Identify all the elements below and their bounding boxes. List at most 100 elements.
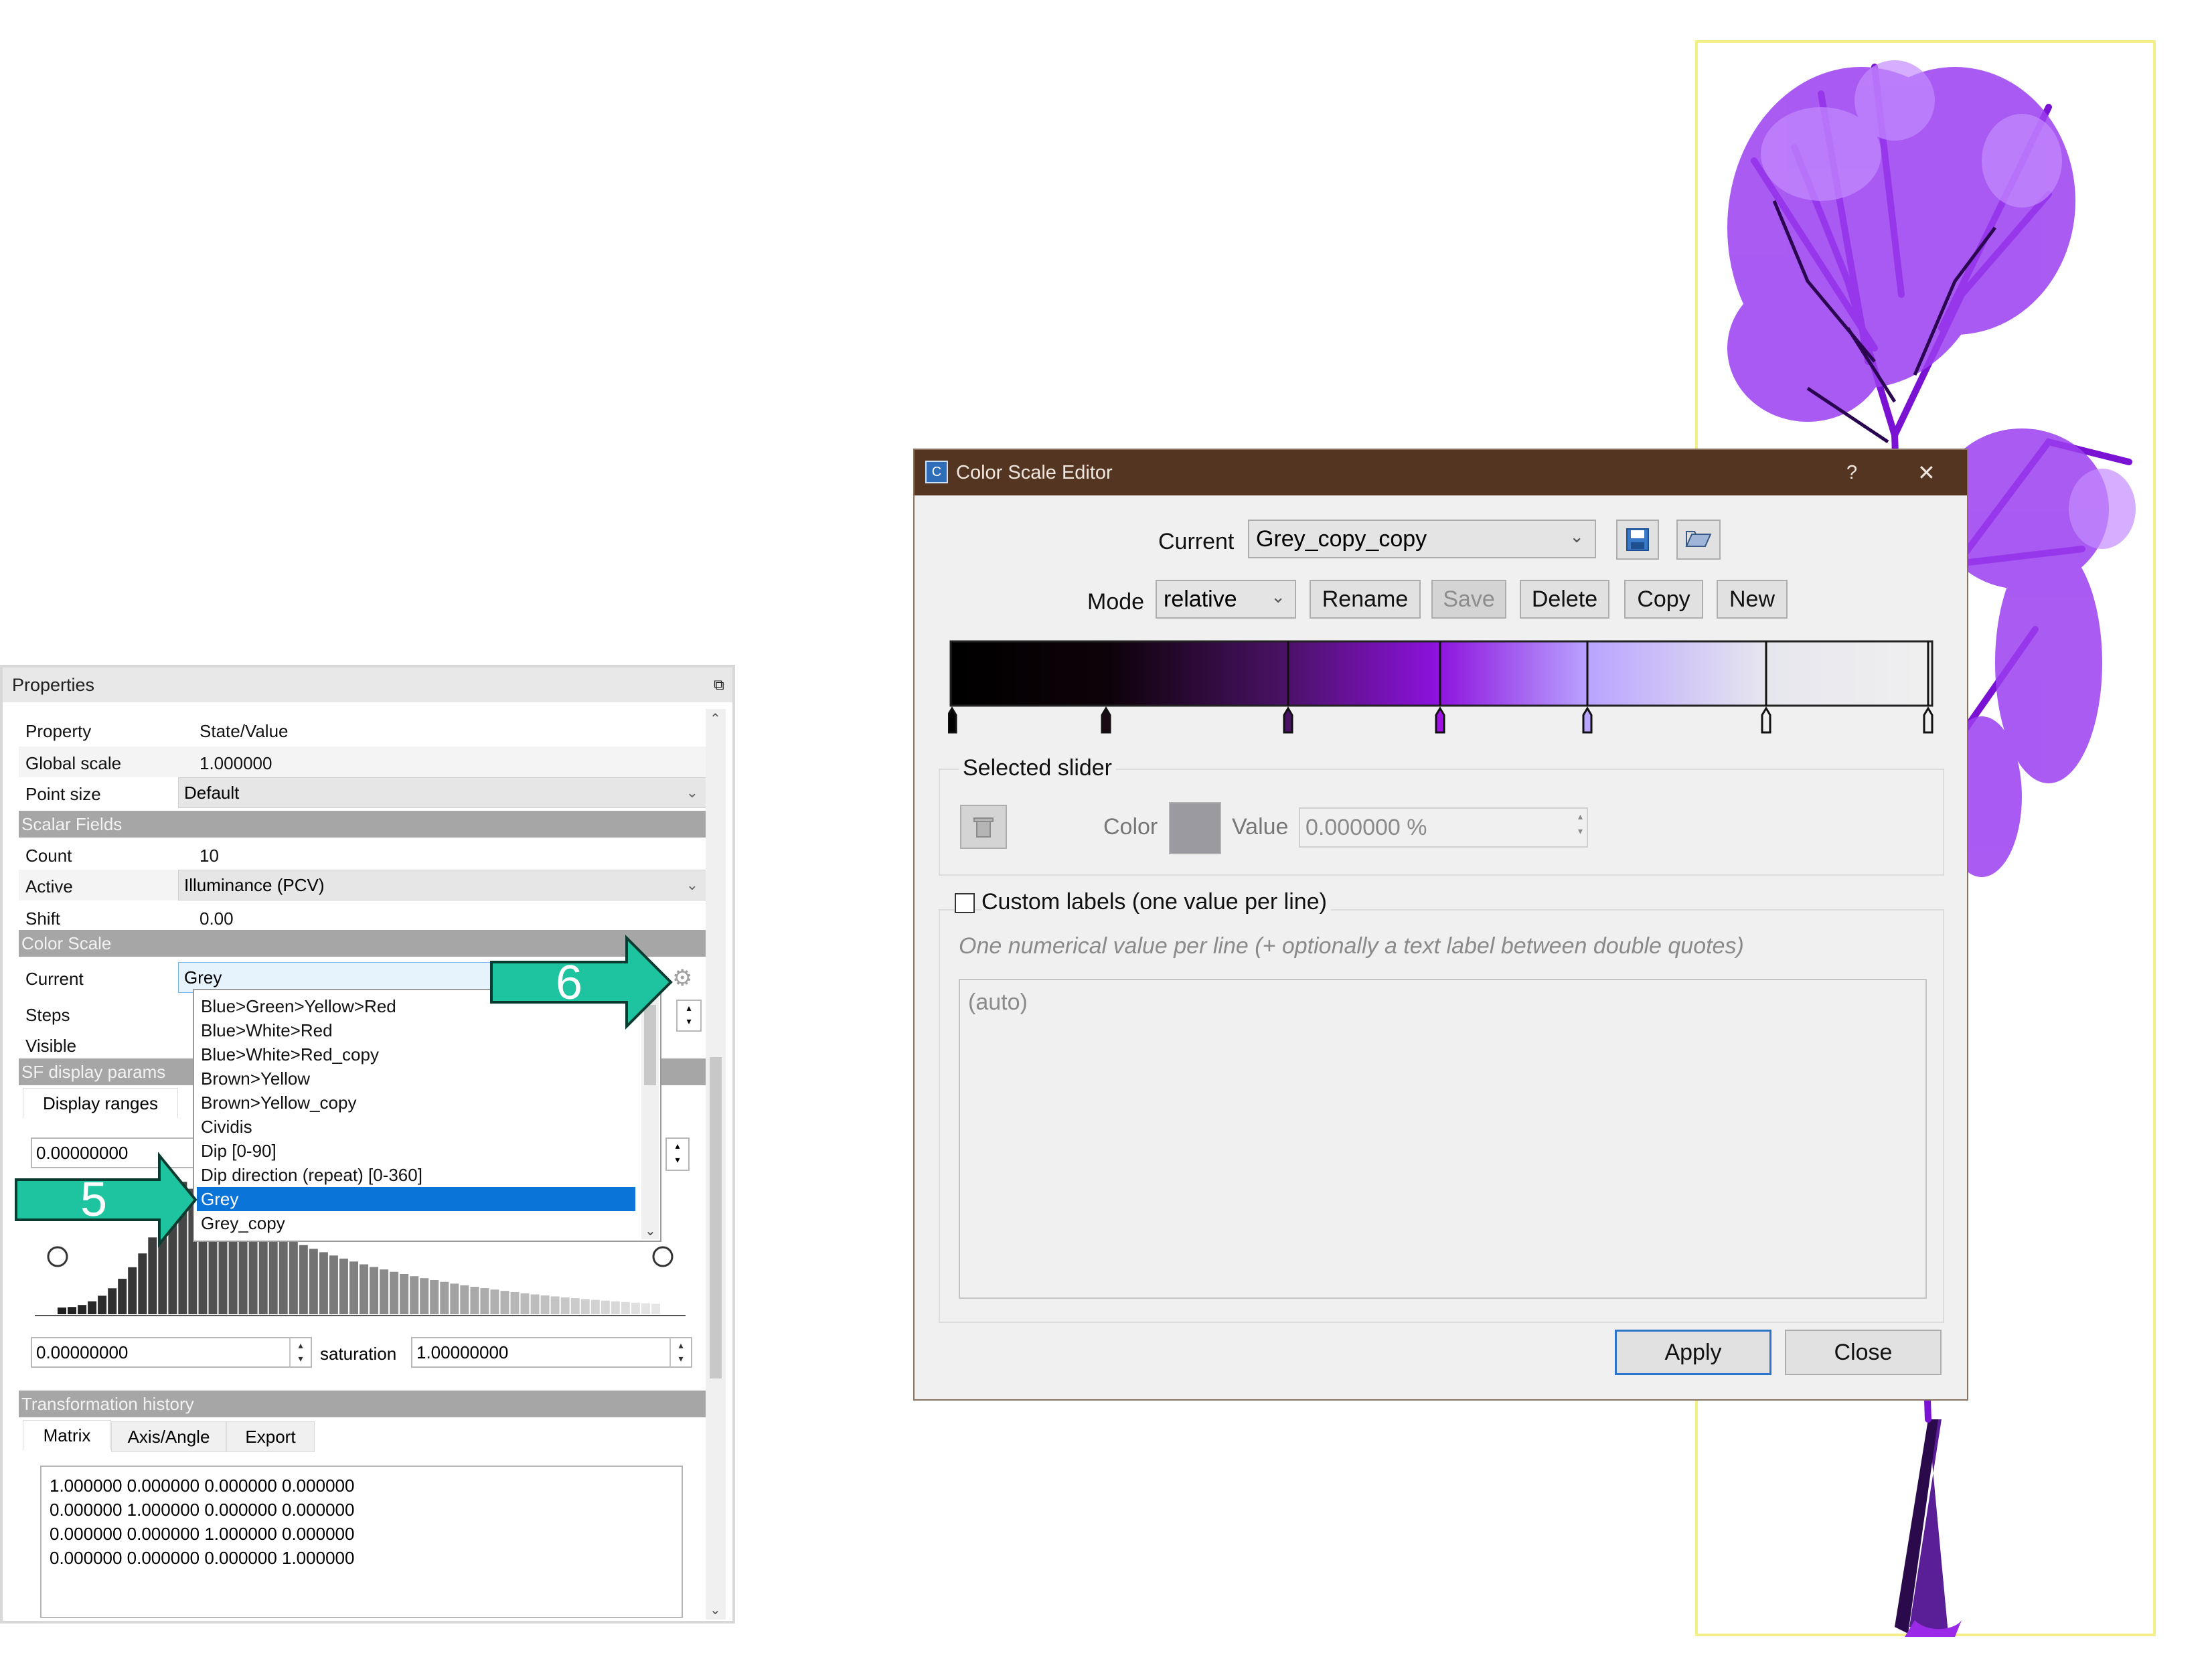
current-label: Current [1158, 529, 1235, 554]
delete-button[interactable]: Delete [1520, 580, 1609, 619]
active-sf-select[interactable]: Illuminance (PCV) ⌄ [178, 870, 707, 900]
histogram-bar [289, 1241, 298, 1314]
mode-combo[interactable]: relative ⌄ [1156, 580, 1296, 619]
count-label: Count [25, 846, 72, 866]
histogram-bar [450, 1283, 459, 1314]
tab-axis-angle-label: Axis/Angle [127, 1427, 210, 1447]
spin-buttons[interactable]: ▴ ▾ [669, 1338, 691, 1366]
histogram-bar [88, 1301, 97, 1314]
histogram-bar [470, 1287, 479, 1314]
load-scale-button[interactable] [1676, 520, 1721, 560]
histogram-bar [118, 1279, 127, 1314]
chevron-down-icon[interactable]: ⌄ [645, 1222, 656, 1239]
histogram-bar [480, 1288, 489, 1314]
spin-buttons[interactable]: ▴ ▾ [289, 1338, 311, 1366]
trash-icon [973, 817, 994, 838]
dropdown-item[interactable]: Cividis [197, 1115, 635, 1139]
histogram-bar [138, 1253, 147, 1314]
app-icon: C [925, 461, 948, 483]
slider-handle [1923, 706, 1933, 734]
table-header: Property State/Value [19, 714, 708, 745]
histogram-bar [360, 1264, 368, 1314]
dropdown-item[interactable]: Brown>Yellow_copy [197, 1091, 635, 1115]
new-button[interactable]: New [1717, 580, 1788, 619]
custom-labels-checkbox[interactable] [955, 893, 975, 913]
custom-labels-label[interactable]: Custom labels (one value per line) [981, 889, 1331, 915]
histogram-right-handle [652, 1246, 674, 1267]
slider-handle [1761, 706, 1771, 734]
dropdown-item[interactable]: Brown>Yellow [197, 1067, 635, 1091]
dropdown-item-selected[interactable]: Grey [197, 1187, 635, 1211]
matrix-row: 1.000000 0.000000 0.000000 0.000000 [50, 1476, 355, 1496]
current-scale-combo[interactable]: Grey_copy_copy ⌄ [1248, 520, 1596, 558]
annotation-label-6: 6 [556, 956, 583, 1010]
color-scale-editor-dialog: C Color Scale Editor ? ✕ Current Grey_co… [913, 449, 1968, 1401]
tab-export[interactable]: Export [226, 1421, 315, 1452]
color-scale-gradient[interactable] [948, 639, 1939, 739]
properties-title: Properties [12, 675, 95, 695]
tab-axis-angle[interactable]: Axis/Angle [111, 1421, 226, 1452]
sf-low-input[interactable]: 0.00000000 ▴ ▾ [31, 1337, 312, 1368]
histogram-bar [621, 1301, 630, 1314]
histogram-bar [550, 1296, 560, 1314]
chevron-down-icon: ⌄ [686, 876, 698, 893]
dropdown-item[interactable]: Dip direction (repeat) [0-360] [197, 1163, 635, 1187]
apply-button[interactable]: Apply [1615, 1330, 1771, 1375]
dropdown-item[interactable]: Dip [0-90] [197, 1139, 635, 1163]
active-label: Active [25, 876, 73, 896]
matrix-text-box[interactable]: 1.000000 0.000000 0.000000 0.000000 0.00… [40, 1466, 683, 1618]
histogram-bar [651, 1304, 660, 1314]
histogram-bar [631, 1302, 640, 1314]
copy-button[interactable]: Copy [1624, 580, 1703, 619]
scroll-up-icon[interactable]: ⌃ [710, 710, 721, 727]
selected-slider-title: Selected slider [959, 755, 1117, 781]
save-scale-button[interactable] [1616, 520, 1659, 560]
help-button[interactable]: ? [1846, 450, 1857, 495]
histogram-bar [309, 1249, 318, 1314]
histogram-bar [370, 1267, 378, 1314]
properties-scrollbar[interactable]: ⌃ ⌄ [706, 709, 726, 1620]
section-sf-display-label: SF display params [21, 1062, 166, 1082]
close-icon[interactable]: ✕ [1917, 450, 1936, 495]
slider-handle [1101, 706, 1111, 734]
histogram-bar [299, 1245, 308, 1314]
histogram-bar [440, 1281, 449, 1314]
active-sf-value: Illuminance (PCV) [184, 875, 325, 895]
point-size-select[interactable]: Default ⌄ [178, 777, 707, 808]
steps-spin-buttons[interactable]: ▴ ▾ [676, 1000, 702, 1032]
histogram-bar [590, 1299, 600, 1314]
histogram-bar [570, 1298, 580, 1314]
sf-max-spin-buttons[interactable]: ▴ ▾ [665, 1137, 690, 1171]
dropdown-item[interactable]: Grey_copy [197, 1211, 635, 1235]
tab-matrix[interactable]: Matrix [23, 1420, 111, 1450]
histogram-bar [611, 1301, 620, 1314]
tab-display-ranges[interactable]: Display ranges [23, 1088, 178, 1118]
color-label: Color [1103, 814, 1158, 840]
global-scale-value[interactable]: 1.000000 [200, 753, 272, 774]
dropdown-item[interactable]: Blue>White>Red_copy [197, 1042, 635, 1067]
global-scale-label: Global scale [25, 753, 122, 773]
slider-color-swatch [1169, 802, 1221, 854]
histogram-bar [560, 1297, 570, 1314]
rename-button[interactable]: Rename [1310, 580, 1421, 619]
undock-icon[interactable]: ⧉ [714, 667, 724, 702]
histogram-bar [58, 1308, 66, 1314]
custom-labels-placeholder: (auto) [968, 990, 1028, 1015]
histogram-bar [329, 1255, 338, 1314]
shift-label: Shift [25, 909, 61, 929]
close-button[interactable]: Close [1785, 1330, 1942, 1375]
section-scalar-fields: Scalar Fields [19, 811, 708, 838]
histogram-bar [510, 1292, 520, 1314]
custom-labels-textarea[interactable]: (auto) [959, 979, 1927, 1299]
histogram-bar [78, 1305, 87, 1314]
histogram-bar [540, 1295, 550, 1314]
saturation-input[interactable]: 1.00000000 ▴ ▾ [411, 1337, 692, 1368]
header-value: State/Value [200, 721, 289, 741]
scroll-thumb[interactable] [710, 1057, 722, 1378]
row-count: Count 10 [19, 839, 708, 870]
histogram-bar [420, 1278, 429, 1314]
slider-value-text: 0.000000 % [1306, 815, 1427, 840]
histogram-bar [430, 1280, 439, 1314]
scroll-down-icon[interactable]: ⌄ [710, 1601, 721, 1618]
histogram-bar [380, 1269, 389, 1314]
